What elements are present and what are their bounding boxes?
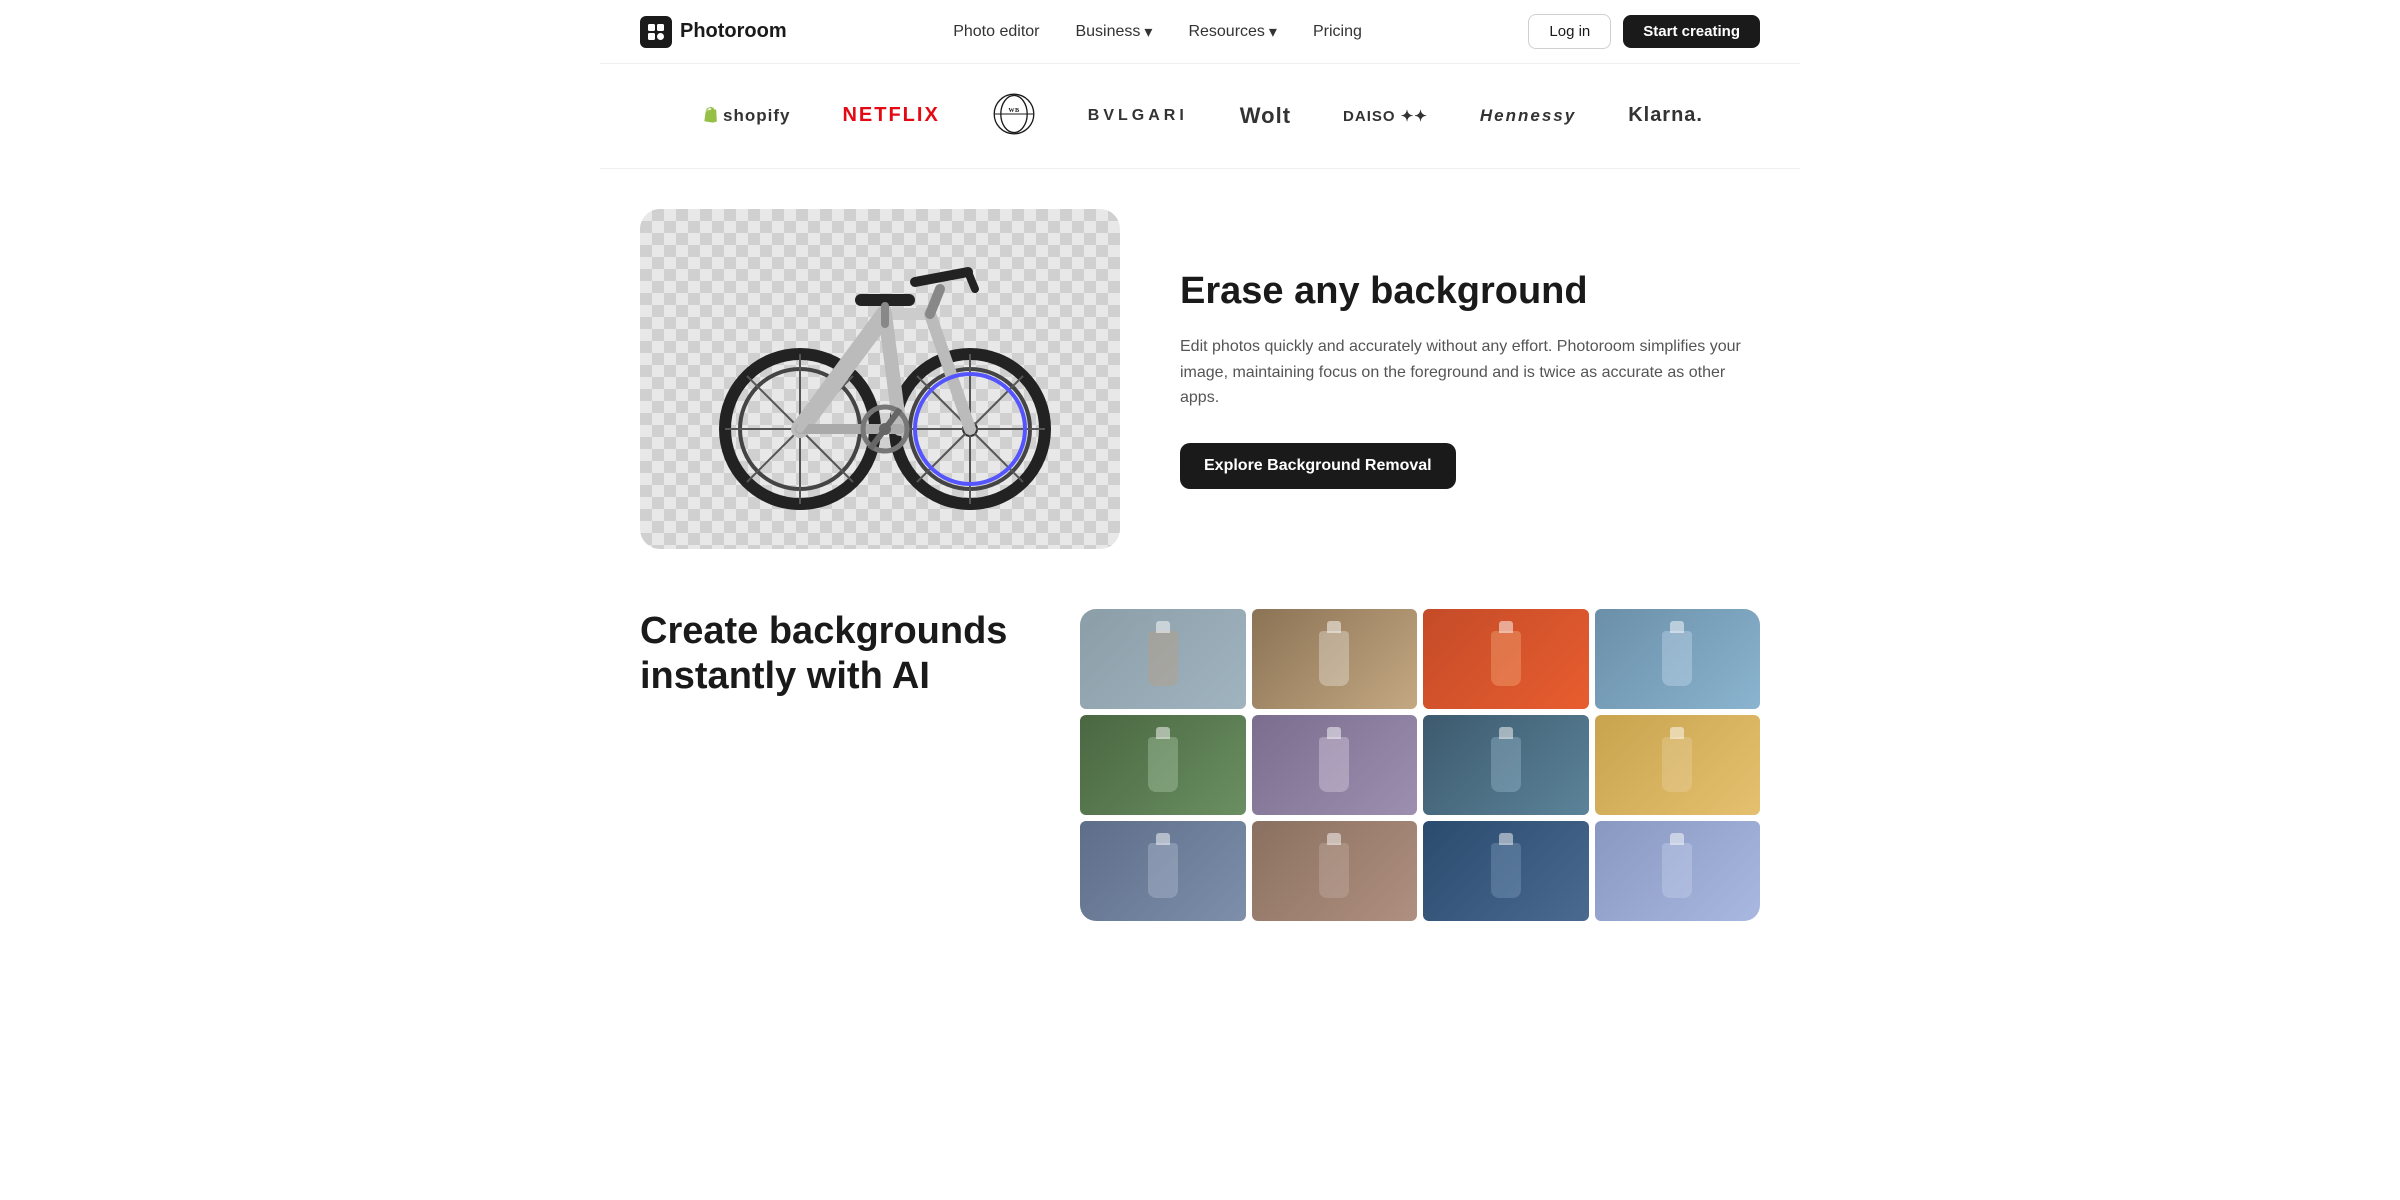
start-creating-button[interactable]: Start creating xyxy=(1623,15,1760,48)
brand-netflix: NETFLIX xyxy=(842,104,939,127)
chevron-down-icon: ▾ xyxy=(1144,22,1152,42)
checker-background xyxy=(640,209,1120,549)
feature2-text: Create backgrounds instantly with AI xyxy=(640,609,1020,700)
grid-cell-9 xyxy=(1080,821,1246,921)
nav-resources[interactable]: Resources ▾ xyxy=(1188,22,1277,42)
feature-bg-removal: Erase any background Edit photos quickly… xyxy=(640,209,1760,549)
grid-cell-12 xyxy=(1595,821,1761,921)
nav-photo-editor[interactable]: Photo editor xyxy=(953,23,1039,41)
grid-cell-2 xyxy=(1252,609,1418,709)
nav-business[interactable]: Business ▾ xyxy=(1075,22,1152,42)
bg-removal-image xyxy=(640,209,1120,549)
brand-shopify: shopify xyxy=(697,105,790,127)
grid-cell-10 xyxy=(1252,821,1418,921)
brands-row: shopify NETFLIX WB BVLGARI Wolt DAISO ✦✦… xyxy=(600,64,1800,169)
grid-cell-6 xyxy=(1252,715,1418,815)
main-content: Erase any background Edit photos quickly… xyxy=(600,169,1800,921)
feature-ai-backgrounds: Create backgrounds instantly with AI xyxy=(640,609,1760,921)
grid-cell-5 xyxy=(1080,715,1246,815)
brand-bvlgari: BVLGARI xyxy=(1088,107,1188,125)
grid-cell-7 xyxy=(1423,715,1589,815)
grid-cell-4 xyxy=(1595,609,1761,709)
brand-klarna: Klarna. xyxy=(1628,104,1703,127)
feature1-title: Erase any background xyxy=(1180,269,1760,315)
nav-pricing[interactable]: Pricing xyxy=(1313,23,1362,41)
grid-cell-11 xyxy=(1423,821,1589,921)
chevron-down-icon: ▾ xyxy=(1269,22,1277,42)
header-actions: Log in Start creating xyxy=(1528,14,1760,49)
logo-icon xyxy=(640,16,672,48)
grid-cell-1 xyxy=(1080,609,1246,709)
product-image-grid xyxy=(1080,609,1760,921)
bike-svg xyxy=(700,234,1060,524)
grid-cell-3 xyxy=(1423,609,1589,709)
header: Photoroom Photo editor Business ▾ Resour… xyxy=(600,0,1800,64)
logo-text: Photoroom xyxy=(680,20,787,43)
brand-wolt: Wolt xyxy=(1240,103,1291,129)
nav: Photo editor Business ▾ Resources ▾ Pric… xyxy=(953,22,1362,42)
login-button[interactable]: Log in xyxy=(1528,14,1611,49)
brand-hennessy: Hennessy xyxy=(1480,106,1576,126)
brand-daiso: DAISO ✦✦ xyxy=(1343,107,1428,125)
logo[interactable]: Photoroom xyxy=(640,16,787,48)
brand-warnerbros: WB xyxy=(992,92,1036,140)
feature1-text: Erase any background Edit photos quickly… xyxy=(1180,269,1760,489)
feature1-desc: Edit photos quickly and accurately witho… xyxy=(1180,334,1760,411)
grid-cell-8 xyxy=(1595,715,1761,815)
svg-text:WB: WB xyxy=(1008,108,1019,114)
feature2-title: Create backgrounds instantly with AI xyxy=(640,609,1020,700)
explore-bg-removal-button[interactable]: Explore Background Removal xyxy=(1180,443,1456,489)
